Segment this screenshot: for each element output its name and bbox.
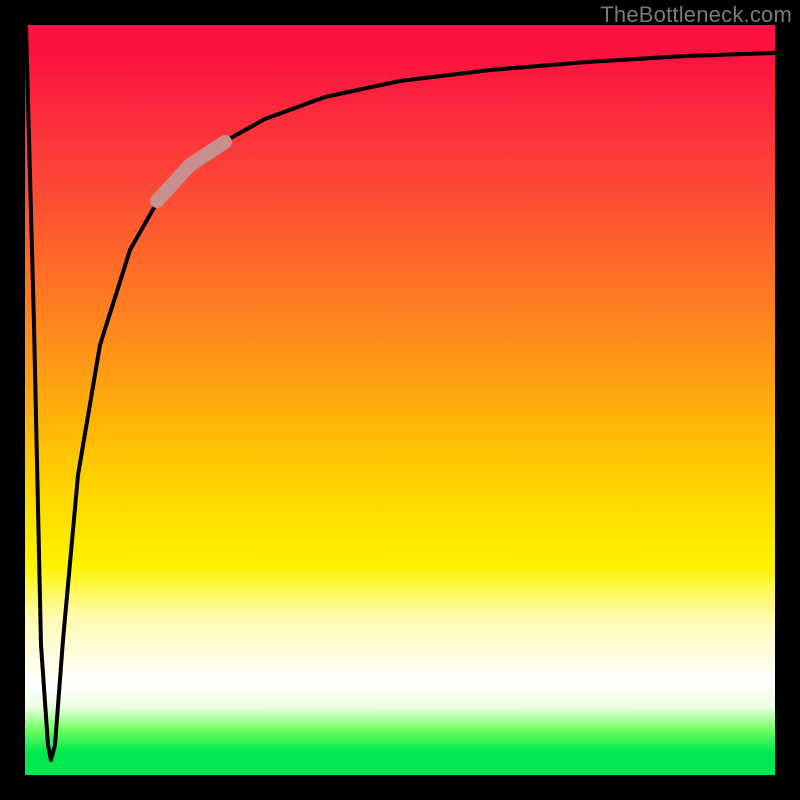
frame-bottom bbox=[0, 775, 800, 800]
watermark-text: TheBottleneck.com bbox=[600, 2, 792, 28]
plot-area bbox=[25, 25, 775, 775]
chart-stage: TheBottleneck.com bbox=[0, 0, 800, 800]
frame-right bbox=[775, 0, 800, 800]
frame-left bbox=[0, 0, 25, 800]
